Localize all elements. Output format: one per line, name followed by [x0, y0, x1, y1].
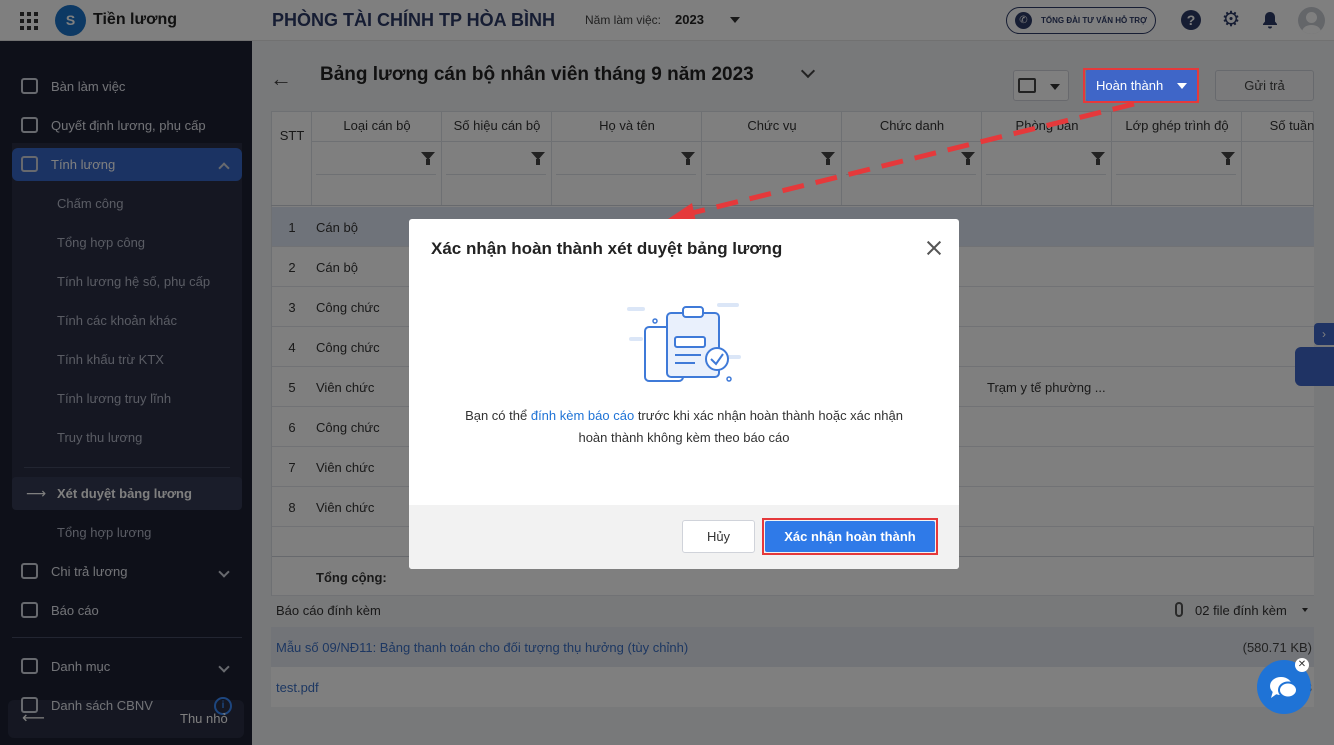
dialog-text-part: Bạn có thể	[465, 408, 531, 423]
close-icon[interactable]: ✕	[1295, 658, 1309, 672]
caret-down-icon[interactable]	[1177, 83, 1187, 89]
dialog-title: Xác nhận hoàn thành xét duyệt bảng lương	[431, 239, 783, 258]
cancel-button[interactable]: Hủy	[682, 520, 755, 553]
dialog-text-part: trước khi xác nhận hoàn thành hoặc xác n…	[634, 408, 903, 423]
close-icon[interactable]	[925, 239, 943, 257]
clipboard-illustration-icon	[627, 303, 741, 382]
highlight-box	[762, 518, 938, 555]
confirm-dialog: Xác nhận hoàn thành xét duyệt bảng lương…	[409, 219, 959, 569]
attach-report-link[interactable]: đính kèm báo cáo	[531, 408, 634, 423]
dialog-message: Bạn có thể đính kèm báo cáo trước khi xá…	[449, 405, 919, 449]
dialog-text-part: hoàn thành không kèm theo báo cáo	[578, 430, 790, 445]
